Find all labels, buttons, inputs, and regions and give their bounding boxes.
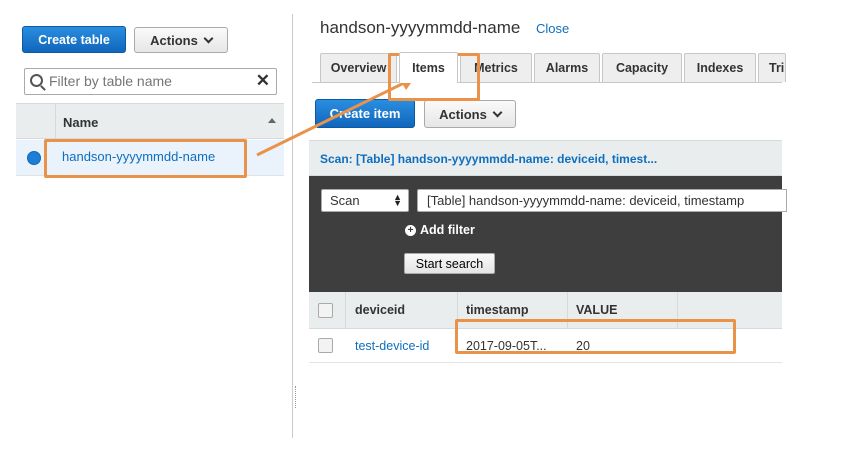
tab-overview[interactable]: Overview xyxy=(320,53,397,82)
scan-summary-bar[interactable]: Scan: [Table] handson-yyyymmdd-name: dev… xyxy=(309,140,782,176)
scan-target-select[interactable]: [Table] handson-yyyymmdd-name: deviceid,… xyxy=(417,189,787,212)
scan-target-value: [Table] handson-yyyymmdd-name: deviceid,… xyxy=(427,193,745,208)
start-search-button[interactable]: Start search xyxy=(404,253,495,274)
column-separator xyxy=(457,292,458,329)
plus-circle-icon: + xyxy=(405,224,416,236)
scan-query-panel: Scan ▲ ▼ [Table] handson-yyyymmdd-name: d… xyxy=(309,176,787,292)
sort-ascending-icon[interactable] xyxy=(268,118,276,123)
column-separator xyxy=(55,104,56,138)
tab-metrics[interactable]: Metrics xyxy=(460,53,532,82)
select-arrows-icon: ▲ ▼ xyxy=(393,192,402,208)
add-filter-label: Add filter xyxy=(420,223,475,237)
column-separator xyxy=(567,292,568,329)
tab-alarms[interactable]: Alarms xyxy=(534,53,600,82)
table-list-panel: Create table Actions ✕ Name handson-yyyy… xyxy=(0,0,290,459)
column-separator xyxy=(677,292,678,329)
tab-items[interactable]: Items xyxy=(399,52,458,83)
clear-icon[interactable]: ✕ xyxy=(256,72,270,90)
select-all-checkbox[interactable] xyxy=(318,303,333,318)
scan-mode-select[interactable]: Scan ▲ ▼ xyxy=(321,189,409,212)
item-actions-dropdown[interactable]: Actions xyxy=(424,100,516,128)
search-icon xyxy=(30,74,43,87)
detail-tabs: Overview Items Metrics Alarms Capacity I… xyxy=(312,51,786,83)
actions-label: Actions xyxy=(150,32,198,48)
add-filter-link[interactable]: + Add filter xyxy=(405,223,475,237)
value-column-header[interactable]: VALUE xyxy=(576,303,617,317)
table-row[interactable]: handson-yyyymmdd-name xyxy=(16,140,284,176)
items-grid-header: deviceid timestamp VALUE xyxy=(309,292,782,329)
panel-divider xyxy=(292,14,293,438)
filter-input[interactable] xyxy=(49,73,249,89)
name-column-header[interactable]: Name xyxy=(63,115,98,130)
scan-mode-value: Scan xyxy=(330,193,360,208)
deviceid-cell-link[interactable]: test-device-id xyxy=(355,339,429,353)
scan-summary-title[interactable]: Scan: [Table] handson-yyyymmdd-name: dev… xyxy=(320,152,657,166)
close-link[interactable]: Close xyxy=(536,21,569,36)
actions-dropdown-button[interactable]: Actions xyxy=(134,27,228,53)
create-table-button[interactable]: Create table xyxy=(22,26,126,53)
timestamp-column-header[interactable]: timestamp xyxy=(466,303,529,317)
tab-triggers[interactable]: Tri xyxy=(758,53,786,82)
chevron-down-icon xyxy=(492,107,503,117)
resize-grip[interactable] xyxy=(295,386,296,408)
table-name-link[interactable]: handson-yyyymmdd-name xyxy=(62,149,215,164)
table-row[interactable]: test-device-id 2017-09-05T... 20 xyxy=(309,329,782,363)
create-item-button[interactable]: Create item xyxy=(315,99,415,128)
item-actions-label: Actions xyxy=(439,106,487,122)
table-title: handson-yyyymmdd-name xyxy=(320,18,521,37)
deviceid-column-header[interactable]: deviceid xyxy=(355,303,405,317)
selected-radio[interactable] xyxy=(27,151,41,165)
tab-indexes[interactable]: Indexes xyxy=(684,53,756,82)
column-separator xyxy=(345,292,346,329)
tab-capacity[interactable]: Capacity xyxy=(602,53,682,82)
chevron-down-icon xyxy=(203,33,214,43)
row-checkbox[interactable] xyxy=(318,338,333,353)
timestamp-cell: 2017-09-05T... xyxy=(466,339,547,353)
table-filter[interactable]: ✕ xyxy=(24,68,277,95)
table-list-header: Name xyxy=(16,103,284,139)
value-cell: 20 xyxy=(576,339,590,353)
